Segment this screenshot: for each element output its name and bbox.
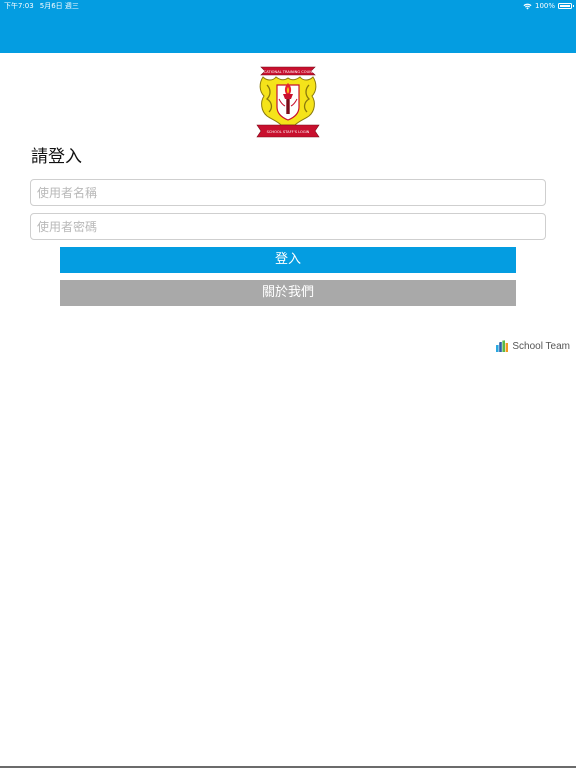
login-button[interactable]: 登入 bbox=[60, 247, 516, 273]
login-title: 請登入 bbox=[31, 147, 82, 167]
school-crest-icon: VOCATIONAL TRAINING COUNCIL SCHOOL STAFF… bbox=[256, 66, 320, 138]
battery-icon bbox=[558, 3, 574, 9]
crest-banner-top-text: VOCATIONAL TRAINING COUNCIL bbox=[259, 70, 318, 74]
status-time-date: 下午7:03 5月6日 週三 bbox=[4, 0, 85, 12]
school-team-logo-icon bbox=[496, 339, 509, 352]
wifi-icon bbox=[523, 3, 532, 9]
battery-percent: 100% bbox=[534, 2, 555, 10]
app-header-bar: 下午7:03 5月6日 週三 100% bbox=[0, 0, 576, 53]
school-team-brand-text: School Team bbox=[512, 340, 570, 352]
school-team-brand: School Team bbox=[495, 338, 570, 354]
username-input[interactable] bbox=[30, 179, 546, 206]
status-indicators: 100% bbox=[523, 0, 574, 12]
status-bar: 下午7:03 5月6日 週三 100% bbox=[0, 0, 576, 12]
status-date: 5月6日 週三 bbox=[39, 2, 79, 10]
status-time: 下午7:03 bbox=[4, 2, 34, 10]
about-us-button[interactable]: 關於我們 bbox=[60, 280, 516, 306]
crest-banner-bottom-text: SCHOOL STAFF'S LOGIN bbox=[267, 130, 310, 134]
password-input[interactable] bbox=[30, 213, 546, 240]
